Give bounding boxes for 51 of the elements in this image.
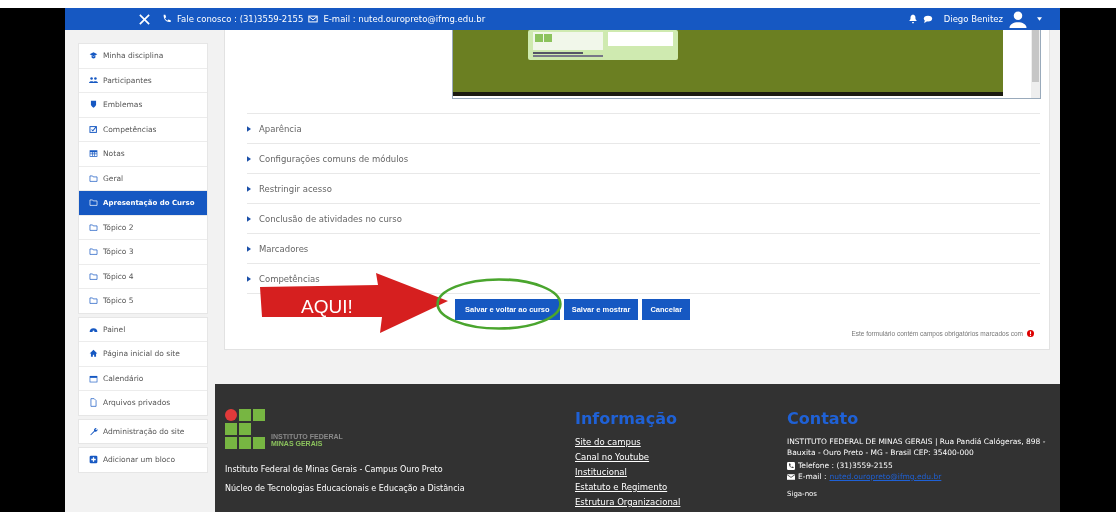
user-avatar-icon[interactable] <box>1008 10 1028 28</box>
plus-icon <box>89 455 98 465</box>
footer-text: Núcleo de Tecnologias Educacionais e Educação a Distância <box>225 484 466 493</box>
section-header[interactable]: Marcadores <box>247 234 1040 264</box>
close-icon[interactable] <box>138 12 151 26</box>
footer-link[interactable]: Canal no Youtube <box>575 452 787 462</box>
footer-link[interactable]: Site do campus <box>575 437 787 447</box>
file-icon <box>89 398 98 408</box>
footer-link[interactable]: Institucional <box>575 467 787 477</box>
calendar-icon <box>89 373 98 383</box>
footer-link[interactable]: Estatuto e Regimento <box>575 482 787 492</box>
email-text: E-mail : nuted.ouropreto@ifmg.edu.br <box>323 14 486 24</box>
phone-icon <box>787 461 795 470</box>
chat-icon[interactable] <box>922 14 933 24</box>
footer-heading: Contato <box>787 409 860 428</box>
footer-link[interactable]: Estrutura Organizacional <box>575 497 787 507</box>
expand-arrow-icon <box>247 275 251 282</box>
users-icon <box>89 75 98 85</box>
contact-text: Fale conosco : (31)3559-2155 <box>177 14 304 24</box>
home-icon <box>89 349 98 359</box>
scrollbar[interactable] <box>1031 30 1040 98</box>
user-name[interactable]: Diego Benitez <box>943 14 1003 24</box>
expand-arrow-icon <box>247 185 251 192</box>
annotation-text: AQUI! <box>301 296 353 318</box>
section-header[interactable]: Conclusão de atividades no curso <box>247 204 1040 234</box>
folder-icon <box>89 247 98 257</box>
folder-icon <box>89 173 98 183</box>
folder-icon <box>89 296 98 306</box>
section-header[interactable]: Restringir acesso <box>247 174 1040 204</box>
mail-icon <box>787 472 795 481</box>
expand-arrow-icon <box>247 155 251 162</box>
bell-icon[interactable] <box>907 14 918 24</box>
graduation-cap-icon <box>89 51 98 61</box>
folder-icon <box>89 198 98 208</box>
footer-heading: Informação <box>575 409 678 428</box>
table-icon <box>89 149 98 159</box>
expand-arrow-icon <box>247 125 251 132</box>
mail-icon <box>308 14 319 24</box>
folder-icon <box>89 271 98 281</box>
folder-icon <box>89 222 98 232</box>
expand-arrow-icon <box>247 215 251 222</box>
phone-icon <box>162 14 172 24</box>
required-icon <box>1027 330 1034 337</box>
caret-icon[interactable] <box>1037 17 1042 21</box>
section-header[interactable]: Configurações comuns de módulos <box>247 144 1040 174</box>
wrench-icon <box>89 426 98 436</box>
checkbox-icon <box>89 124 98 134</box>
footer-text: Instituto Federal de Minas Gerais - Campus Ouro Preto <box>225 465 444 474</box>
shield-icon <box>89 100 98 110</box>
section-header[interactable]: Aparência <box>247 114 1040 144</box>
expand-arrow-icon <box>247 245 251 252</box>
